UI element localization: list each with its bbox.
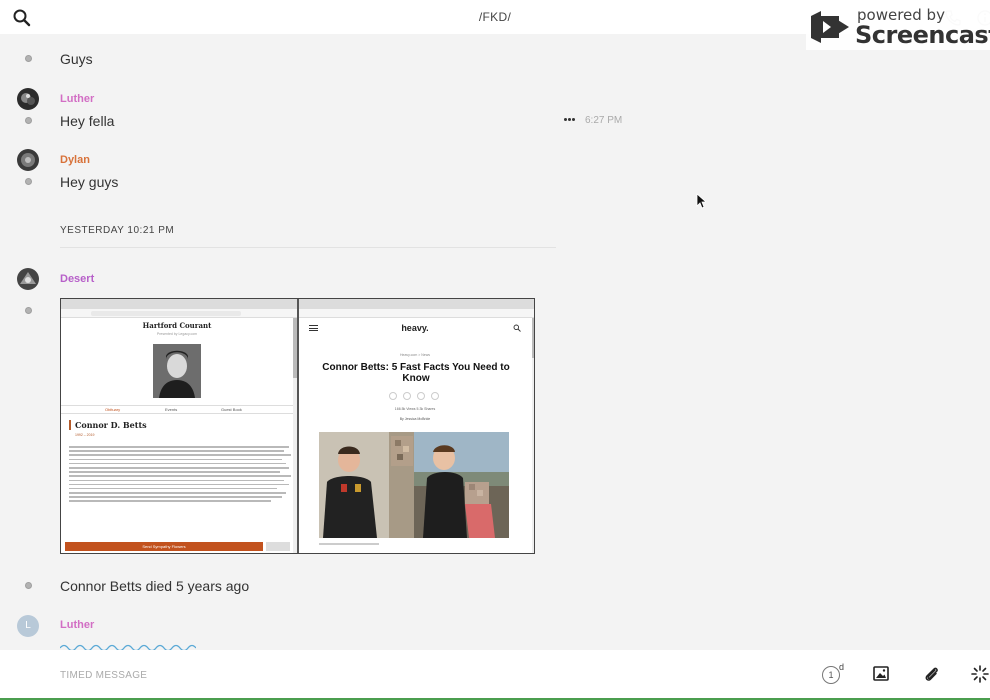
- obituary-body-text: [69, 446, 293, 505]
- message-text: Hey fella: [60, 113, 115, 129]
- search-icon: [513, 324, 521, 332]
- portrait-image: [153, 344, 201, 398]
- share-icon: [403, 392, 411, 400]
- send-flowers-button: Send Sympathy Flowers: [65, 542, 263, 551]
- obituary-name: Connor D. Betts: [69, 420, 147, 430]
- site-logo: heavy.: [401, 323, 429, 333]
- image-icon[interactable]: [873, 666, 889, 681]
- avatar[interactable]: [17, 88, 39, 110]
- typing-indicator: [60, 644, 196, 650]
- article-headline: Connor Betts: 5 Fast Facts You Need to K…: [322, 362, 510, 384]
- status-dot: [25, 582, 32, 589]
- avatar[interactable]: [17, 149, 39, 171]
- sender-name[interactable]: Luther: [60, 93, 94, 105]
- share-icon: [417, 392, 425, 400]
- sender-name[interactable]: Dylan: [60, 154, 90, 166]
- status-dot: [25, 178, 32, 185]
- breadcrumb: Heavy.com > News: [400, 353, 430, 357]
- sender-name[interactable]: Luther: [60, 619, 94, 631]
- message-text: Hey guys: [60, 174, 119, 190]
- date-divider-label: YESTERDAY 10:21 PM: [60, 225, 175, 236]
- avatar[interactable]: L: [17, 615, 39, 637]
- message-text: Connor Betts died 5 years ago: [60, 578, 250, 594]
- timer-button[interactable]: 1 d: [822, 662, 845, 686]
- more-options-icon[interactable]: [564, 116, 578, 124]
- status-dot: [25, 55, 32, 62]
- article-stats: 166.5k Views 5.3k Shares: [394, 407, 436, 411]
- obituary-tabs: Obituary Events Guest Book: [61, 405, 293, 414]
- guest-book-tab: Guest Book: [221, 407, 242, 412]
- status-dot: [25, 117, 32, 124]
- date-divider-line: [60, 247, 556, 248]
- timer-value: 1: [822, 666, 840, 684]
- sender-name[interactable]: Desert: [60, 273, 94, 285]
- masthead: Hartford Courant: [142, 321, 212, 330]
- timer-unit: d: [839, 662, 845, 672]
- share-icon: [431, 392, 439, 400]
- share-icon: [389, 392, 397, 400]
- obituary-page-screenshot: Hartford Courant Presented by Legacy.com…: [61, 299, 297, 553]
- message-feed[interactable]: Guys Luther Hey fella 6:27 PM Dylan Hey …: [0, 34, 990, 650]
- events-tab: Events: [165, 407, 178, 412]
- message-time: 6:27 PM: [585, 115, 623, 126]
- composer-bar: 1 d: [0, 650, 990, 698]
- message-input[interactable]: [60, 666, 780, 684]
- obituary-years: 1992 – 2019: [75, 433, 95, 437]
- obituary-tab: Obituary: [105, 407, 121, 412]
- news-article-screenshot: heavy. Heavy.com > News Connor Betts: 5 …: [299, 299, 534, 553]
- avatar[interactable]: [17, 268, 39, 290]
- ping-icon[interactable]: [971, 664, 989, 684]
- paperclip-icon[interactable]: [922, 665, 940, 683]
- status-dot: [25, 307, 32, 314]
- masthead-sub: Presented by Legacy.com: [156, 332, 198, 336]
- article-photo: [319, 432, 509, 538]
- message-text: Guys: [60, 51, 93, 67]
- article-byline: By Jessica McBride: [399, 417, 431, 421]
- image-attachment[interactable]: Hartford Courant Presented by Legacy.com…: [60, 298, 535, 554]
- mouse-cursor-icon: [696, 193, 706, 209]
